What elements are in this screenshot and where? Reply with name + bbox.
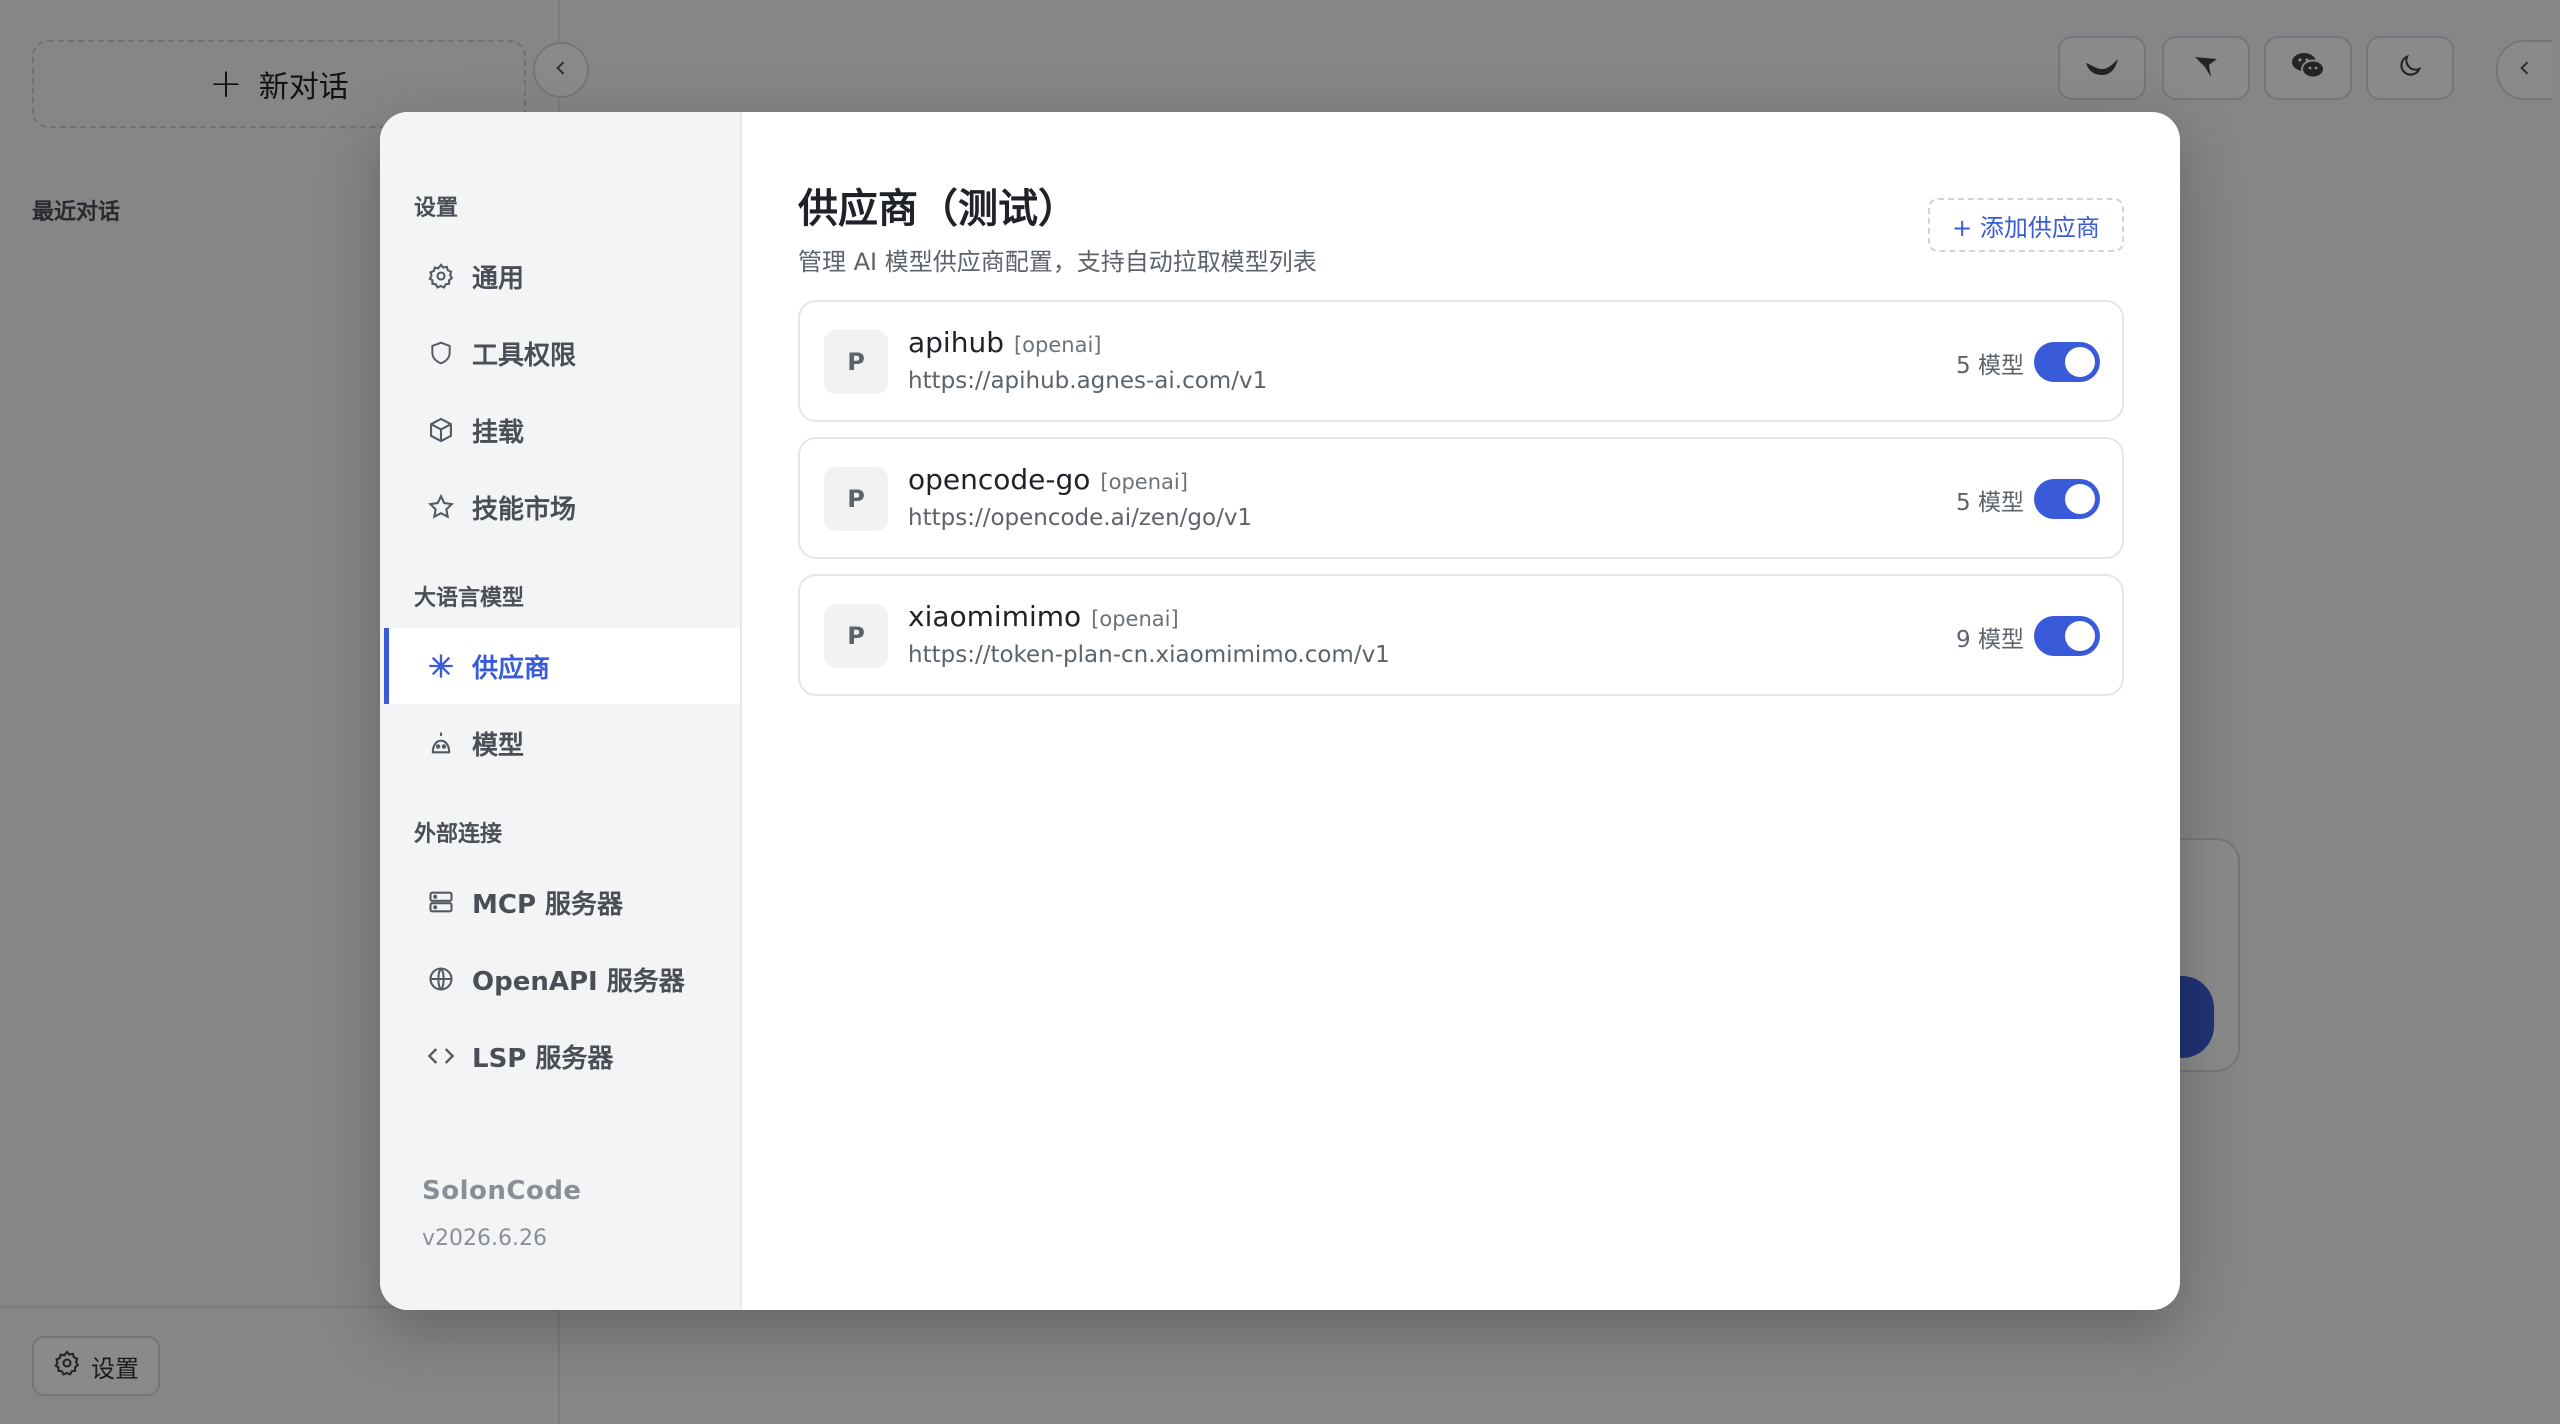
provider-name: apihub: [908, 326, 1004, 359]
sidebar-item-openapi-servers[interactable]: OpenAPI 服务器: [384, 941, 740, 1017]
sidebar-item-lsp-servers[interactable]: LSP 服务器: [384, 1018, 740, 1094]
sidebar-item-models[interactable]: 模型: [384, 705, 740, 781]
provider-name-row: opencode-go [openai]: [908, 463, 1188, 496]
provider-url: https://opencode.ai/zen/go/v1: [908, 505, 1253, 531]
page-title: 供应商（测试）: [798, 186, 1078, 232]
group-label-llm: 大语言模型: [414, 586, 525, 611]
sidebar-item-label: 通用: [472, 263, 525, 294]
provider-name: xiaomimimo: [908, 600, 1082, 633]
provider-avatar: P: [824, 467, 888, 531]
model-icon: [426, 728, 456, 758]
sidebar-item-label: 工具权限: [472, 340, 577, 371]
provider-url: https://apihub.agnes-ai.com/v1: [908, 368, 1268, 394]
globe-icon: [426, 964, 456, 994]
sidebar-item-label: MCP 服务器: [472, 889, 624, 920]
sidebar-item-general[interactable]: 通用: [384, 238, 740, 314]
provider-name: opencode-go: [908, 463, 1091, 496]
provider-model-count: 5 模型: [1956, 353, 2024, 379]
server-icon: [426, 887, 456, 917]
provider-card[interactable]: P apihub [openai] https://apihub.agnes-a…: [798, 300, 2124, 422]
sidebar-item-label: 技能市场: [472, 494, 577, 525]
gear-icon: [426, 261, 456, 291]
sidebar-item-mounts[interactable]: 挂载: [384, 392, 740, 468]
group-label-external: 外部连接: [414, 822, 503, 847]
provider-type: [openai]: [1013, 333, 1102, 357]
toggle-knob: [2065, 621, 2095, 651]
provider-model-count: 9 模型: [1956, 627, 2024, 653]
cube-icon: [426, 415, 456, 445]
sidebar-item-mcp-servers[interactable]: MCP 服务器: [384, 864, 740, 940]
provider-card[interactable]: P xiaomimimo [openai] https://token-plan…: [798, 574, 2124, 696]
provider-name-row: xiaomimimo [openai]: [908, 600, 1179, 633]
shield-icon: [426, 338, 456, 368]
provider-type: [openai]: [1091, 607, 1179, 631]
sidebar-item-tool-permissions[interactable]: 工具权限: [384, 315, 740, 391]
page-subtitle: 管理 AI 模型供应商配置，支持自动拉取模型列表: [798, 248, 1317, 276]
provider-card[interactable]: P opencode-go [openai] https://opencode.…: [798, 437, 2124, 559]
provider-model-count: 5 模型: [1956, 490, 2024, 516]
sidebar-item-label: 挂载: [472, 417, 525, 448]
sidebar-item-label: LSP 服务器: [472, 1043, 614, 1074]
provider-name-row: apihub [openai]: [908, 326, 1101, 359]
providers-panel: 供应商（测试） 管理 AI 模型供应商配置，支持自动拉取模型列表 + 添加供应商…: [742, 112, 2180, 1310]
provider-url: https://token-plan-cn.xiaomimimo.com/v1: [908, 642, 1390, 668]
asterisk-icon: [426, 651, 456, 681]
sidebar-item-label: 供应商: [472, 653, 551, 684]
star-icon: [426, 492, 456, 522]
provider-avatar: P: [824, 604, 888, 668]
app-version: v2026.6.26: [422, 1226, 547, 1251]
provider-avatar: P: [824, 330, 888, 394]
provider-enabled-toggle[interactable]: [2034, 479, 2100, 519]
add-provider-button[interactable]: + 添加供应商: [1928, 198, 2124, 252]
provider-enabled-toggle[interactable]: [2034, 616, 2100, 656]
sidebar-item-skills-market[interactable]: 技能市场: [384, 469, 740, 545]
sidebar-item-providers[interactable]: 供应商: [384, 628, 740, 704]
settings-modal: 设置 通用 工具权限 挂载 技能市场 大语言模型 供应商 模型 外部连接 MCP…: [380, 112, 2180, 1310]
app-name: SolonCode: [422, 1176, 582, 1206]
toggle-knob: [2065, 347, 2095, 377]
provider-enabled-toggle[interactable]: [2034, 342, 2100, 382]
code-icon: [426, 1041, 456, 1071]
sidebar-item-label: OpenAPI 服务器: [472, 966, 685, 997]
provider-type: [openai]: [1100, 470, 1188, 494]
toggle-knob: [2065, 484, 2095, 514]
sidebar-item-label: 模型: [472, 730, 525, 761]
group-label-settings: 设置: [414, 196, 459, 221]
settings-sidebar: 设置 通用 工具权限 挂载 技能市场 大语言模型 供应商 模型 外部连接 MCP…: [380, 112, 742, 1310]
